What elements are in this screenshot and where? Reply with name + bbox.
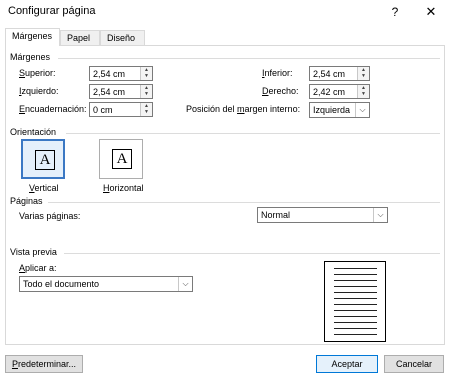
encuadernacion-value: 0 cm [93, 105, 113, 115]
izquierdo-spin-arrows[interactable]: ▲ ▼ [140, 85, 152, 98]
inferior-label: Inferior: [262, 68, 293, 78]
predeterminar-button[interactable]: Predeterminar... [5, 355, 83, 373]
preview-line [334, 316, 377, 317]
preview-line [334, 286, 377, 287]
title-bar: Configurar página ? ✕ [0, 0, 450, 24]
spin-down-icon[interactable]: ▼ [141, 73, 152, 79]
posicion-label: Posición del margen interno: [186, 104, 301, 114]
spin-down-icon[interactable]: ▼ [358, 73, 369, 79]
pages-separator [48, 202, 440, 203]
preview-line [334, 334, 377, 335]
window-title: Configurar página [8, 5, 96, 17]
margins-separator [58, 58, 440, 59]
aplicar-label: Aplicar a: [19, 263, 57, 273]
superior-label: Superior: [19, 68, 56, 78]
inferior-spinner[interactable]: 2,54 cm ▲ ▼ [309, 66, 370, 81]
encuadernacion-label: Encuadernación: [19, 104, 87, 114]
horizontal-label[interactable]: Horizontal [103, 183, 144, 193]
derecho-spinner[interactable]: 2,42 cm ▲ ▼ [309, 84, 370, 99]
aplicar-value: Todo el documento [23, 279, 100, 289]
inferior-spin-arrows[interactable]: ▲ ▼ [357, 67, 369, 80]
vertical-option[interactable]: A [21, 139, 65, 179]
aplicar-dropdown[interactable]: Todo el documento ⌵ [19, 276, 193, 292]
horizontal-option[interactable]: A [99, 139, 143, 179]
orientation-separator [66, 133, 440, 134]
close-icon[interactable]: ✕ [420, 3, 442, 21]
chevron-down-icon[interactable]: ⌵ [355, 103, 369, 117]
varias-paginas-value: Normal [261, 210, 291, 220]
margins-heading: Márgenes [10, 52, 51, 62]
varias-paginas-label: Varias páginas: [19, 211, 81, 221]
izquierdo-spinner[interactable]: 2,54 cm ▲ ▼ [89, 84, 153, 99]
ok-button[interactable]: Aceptar [316, 355, 378, 373]
preview-line [334, 274, 377, 275]
preview-separator [64, 253, 440, 254]
posicion-dropdown[interactable]: Izquierda ⌵ [309, 102, 370, 118]
superior-value: 2,54 cm [93, 69, 126, 79]
encuadernacion-spinner[interactable]: 0 cm ▲ ▼ [89, 102, 153, 117]
spin-down-icon[interactable]: ▼ [141, 109, 152, 115]
vertical-label[interactable]: Vertical [29, 183, 59, 193]
varias-paginas-dropdown[interactable]: Normal ⌵ [257, 207, 388, 223]
preview-line [334, 322, 377, 323]
derecho-value: 2,42 cm [313, 87, 346, 97]
help-icon[interactable]: ? [384, 3, 406, 21]
spin-down-icon[interactable]: ▼ [141, 91, 152, 97]
page-preview [324, 261, 386, 342]
tab-papel[interactable]: Papel [60, 30, 100, 45]
preview-line [334, 268, 377, 269]
preview-line [334, 310, 377, 311]
derecho-label: Derecho: [262, 86, 299, 96]
orientation-heading: Orientación [10, 127, 57, 137]
preview-line [334, 304, 377, 305]
portrait-page-icon: A [35, 150, 55, 170]
izquierdo-value: 2,54 cm [93, 87, 126, 97]
preview-heading: Vista previa [10, 247, 57, 257]
cancel-button[interactable]: Cancelar [384, 355, 444, 373]
landscape-page-icon: A [112, 149, 132, 169]
spin-down-icon[interactable]: ▼ [358, 91, 369, 97]
inferior-value: 2,54 cm [313, 69, 346, 79]
pages-heading: Páginas [10, 196, 43, 206]
preview-line [334, 298, 377, 299]
preview-line [334, 292, 377, 293]
preview-line [334, 280, 377, 281]
chevron-down-icon[interactable]: ⌵ [373, 208, 387, 222]
chevron-down-icon[interactable]: ⌵ [178, 277, 192, 291]
tab-diseno[interactable]: Diseño [100, 30, 145, 45]
derecho-spin-arrows[interactable]: ▲ ▼ [357, 85, 369, 98]
superior-spinner[interactable]: 2,54 cm ▲ ▼ [89, 66, 153, 81]
superior-spin-arrows[interactable]: ▲ ▼ [140, 67, 152, 80]
posicion-value: Izquierda [313, 105, 351, 115]
preview-line [334, 328, 377, 329]
izquierdo-label: Izquierdo: [19, 86, 59, 96]
tab-margenes[interactable]: Márgenes [5, 28, 60, 46]
encuadernacion-spin-arrows[interactable]: ▲ ▼ [140, 103, 152, 116]
